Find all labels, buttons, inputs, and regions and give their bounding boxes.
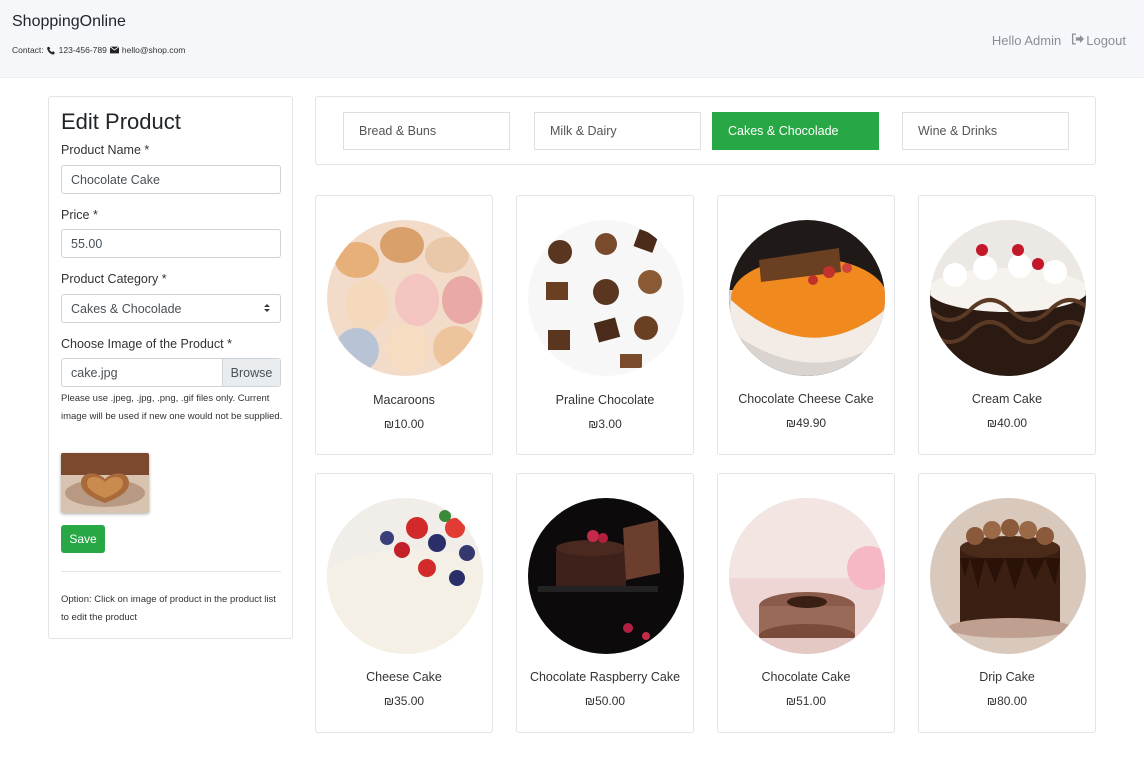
current-product-image xyxy=(61,453,149,513)
product-price: ₪80.00 xyxy=(986,694,1028,708)
edit-product-panel: Edit Product Product Name * Chocolate Ca… xyxy=(48,96,293,639)
form-title: Edit Product xyxy=(61,109,181,134)
divider xyxy=(61,571,281,572)
file-input[interactable]: cake.jpg Browse xyxy=(61,358,281,387)
product-name: Chocolate Cake xyxy=(761,670,851,684)
product-image-macaroons[interactable] xyxy=(327,220,483,376)
browse-button[interactable]: Browse xyxy=(222,359,280,386)
product-price: ₪3.00 xyxy=(588,417,622,431)
product-card[interactable]: Chocolate Raspberry Cake ₪50.00 xyxy=(516,473,694,733)
brand-logo[interactable]: ShoppingOnline xyxy=(12,13,126,31)
file-help-text: Please use .jpeg, .jpg, .png, .gif files… xyxy=(61,393,283,422)
product-name: Drip Cake xyxy=(979,670,1035,684)
product-image-chocolate-cake[interactable] xyxy=(729,498,885,654)
product-image-drip-cake[interactable] xyxy=(930,498,1086,654)
tab-milk-dairy[interactable]: Milk & Dairy xyxy=(534,112,701,150)
envelope-icon xyxy=(109,46,119,55)
select-arrows-icon xyxy=(263,302,271,316)
user-area: Hello Admin Logout xyxy=(992,33,1126,48)
phone-icon xyxy=(46,46,56,55)
save-button[interactable]: Save xyxy=(61,525,105,553)
product-card[interactable]: Chocolate Cheese Cake ₪49.90 xyxy=(717,195,895,455)
product-card[interactable]: Macaroons ₪10.00 xyxy=(315,195,493,455)
product-image-cheese-cake[interactable] xyxy=(327,498,483,654)
product-price: ₪10.00 xyxy=(383,417,425,431)
product-image-chocolate-cheese-cake[interactable] xyxy=(729,220,885,376)
price-input[interactable]: 55.00 xyxy=(61,229,281,258)
contact-phone: 123-456-789 xyxy=(58,45,107,55)
product-image-cream-cake[interactable] xyxy=(930,220,1086,376)
product-name: Macaroons xyxy=(373,393,435,407)
sign-out-icon xyxy=(1071,33,1085,48)
contact-label: Contact: xyxy=(12,45,44,55)
product-card[interactable]: Cream Cake ₪40.00 xyxy=(918,195,1096,455)
product-price: ₪51.00 xyxy=(785,694,827,708)
category-select[interactable]: Cakes & Chocolade xyxy=(61,294,281,323)
price-label: Price * xyxy=(61,208,98,222)
product-name-label: Product Name * xyxy=(61,143,150,157)
product-card[interactable]: Chocolate Cake ₪51.00 xyxy=(717,473,895,733)
product-name: Praline Chocolate xyxy=(555,393,655,407)
product-name: Chocolate Cheese Cake xyxy=(738,392,874,406)
product-price: ₪40.00 xyxy=(986,416,1028,430)
product-card[interactable]: Cheese Cake ₪35.00 xyxy=(315,473,493,733)
greeting: Hello Admin xyxy=(991,33,1062,48)
product-card[interactable]: Praline Chocolate ₪3.00 xyxy=(516,195,694,455)
product-price: ₪49.90 xyxy=(785,416,827,430)
contact-info: Contact: 123-456-789 hello@shop.com xyxy=(12,45,185,55)
tab-cakes-chocolade[interactable]: Cakes & Chocolade xyxy=(712,112,879,150)
product-name: Cream Cake xyxy=(971,392,1043,406)
category-label: Product Category * xyxy=(61,272,167,286)
product-name: Cheese Cake xyxy=(366,670,442,684)
logout-label: Logout xyxy=(1086,33,1126,48)
product-price: ₪50.00 xyxy=(584,694,626,708)
product-image-chocolate-raspberry-cake[interactable] xyxy=(528,498,684,654)
product-price: ₪35.00 xyxy=(383,694,425,708)
category-tabs: Bread & Buns Milk & Dairy Cakes & Chocol… xyxy=(315,96,1096,165)
contact-email: hello@shop.com xyxy=(121,45,186,55)
product-card[interactable]: Drip Cake ₪80.00 xyxy=(918,473,1096,733)
navbar: ShoppingOnline Contact: 123-456-789 hell… xyxy=(0,0,1144,78)
product-name-input[interactable]: Chocolate Cake xyxy=(61,165,281,194)
logout-link[interactable]: Logout xyxy=(1071,33,1126,48)
tab-wine-drinks[interactable]: Wine & Drinks xyxy=(902,112,1069,150)
file-name: cake.jpg xyxy=(71,366,118,380)
category-selected-value: Cakes & Chocolade xyxy=(71,301,182,316)
option-hint: Option: Click on image of product in the… xyxy=(61,594,276,623)
product-image-praline-chocolate[interactable] xyxy=(528,220,684,376)
image-label: Choose Image of the Product * xyxy=(61,337,232,351)
tab-bread-buns[interactable]: Bread & Buns xyxy=(343,112,510,150)
product-name: Chocolate Raspberry Cake xyxy=(529,670,681,684)
